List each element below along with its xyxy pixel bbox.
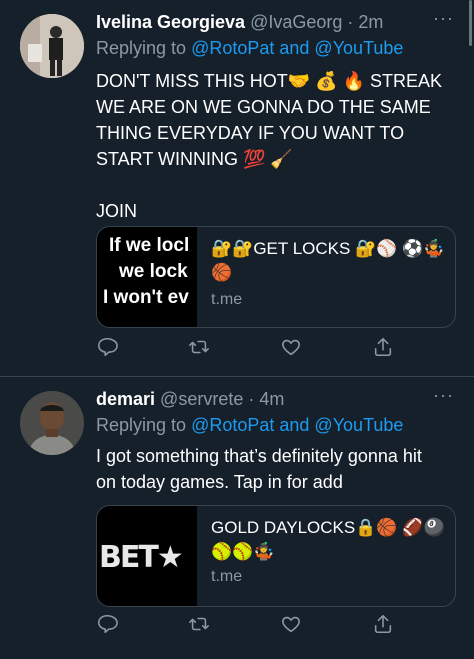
reply-icon[interactable] bbox=[96, 336, 120, 360]
link-card[interactable]: If we locl we lock I won't ev 🔐🔐GET LOCK… bbox=[96, 226, 456, 328]
more-options-icon[interactable]: ··· bbox=[433, 385, 454, 406]
card-domain: t.me bbox=[211, 291, 243, 308]
card-title: 🔐🔐GET LOCKS 🔐⚾ ⚽🤹🏀 bbox=[211, 239, 445, 282]
card-domain: t.me bbox=[211, 568, 243, 585]
display-name[interactable]: Ivelina Georgieva bbox=[96, 12, 245, 32]
avatar[interactable] bbox=[20, 14, 84, 78]
replying-prefix: Replying to bbox=[96, 38, 192, 58]
card-image-text: If we locl bbox=[109, 235, 190, 256]
like-icon[interactable] bbox=[280, 613, 304, 637]
tweet-actions bbox=[96, 336, 396, 360]
link-card[interactable]: BET★ GOLD DAYLOCKS🔒🏀 🏈🎱🥎🥎🤹 t.me bbox=[96, 505, 456, 607]
timestamp[interactable]: · 2m bbox=[347, 12, 383, 32]
mention-link[interactable]: @RotoPat bbox=[191, 38, 274, 58]
more-options-icon[interactable]: ··· bbox=[433, 8, 454, 29]
tweet[interactable]: Ivelina Georgieva @IvaGeorg · 2m ··· Rep… bbox=[0, 0, 474, 376]
card-image: BET★ bbox=[97, 506, 197, 606]
card-image: If we locl we lock I won't ev bbox=[97, 227, 197, 327]
tweet-header: demari @servrete · 4m bbox=[96, 389, 284, 410]
handle[interactable]: @servrete bbox=[160, 389, 243, 409]
display-name[interactable]: demari bbox=[96, 389, 155, 409]
retweet-icon[interactable] bbox=[188, 336, 212, 360]
mention-and: and bbox=[274, 38, 315, 58]
tweet-text: I got something that’s definitely gonna … bbox=[96, 446, 422, 492]
mention-link[interactable]: @YouTube bbox=[314, 415, 403, 435]
share-icon[interactable] bbox=[372, 336, 396, 360]
mention-and: and bbox=[274, 415, 315, 435]
mention-link[interactable]: @RotoPat bbox=[191, 415, 274, 435]
tweet-text: DON'T MISS THIS HOT🤝 💰 🔥 STREAK WE ARE O… bbox=[96, 71, 443, 221]
bet-logo: BET★ bbox=[99, 540, 184, 575]
handle[interactable]: @IvaGeorg bbox=[250, 12, 342, 32]
timestamp[interactable]: · 4m bbox=[248, 389, 284, 409]
replying-to: Replying to @RotoPat and @YouTube bbox=[96, 415, 403, 436]
retweet-icon[interactable] bbox=[188, 613, 212, 637]
card-image-text: I won't ev bbox=[103, 287, 189, 308]
replying-prefix: Replying to bbox=[96, 415, 192, 435]
tweet-header: Ivelina Georgieva @IvaGeorg · 2m bbox=[96, 12, 383, 33]
mention-link[interactable]: @YouTube bbox=[314, 38, 403, 58]
reply-icon[interactable] bbox=[96, 613, 120, 637]
tweet-actions bbox=[96, 613, 396, 637]
card-title: GOLD DAYLOCKS🔒🏀 🏈🎱🥎🥎🤹 bbox=[211, 518, 445, 561]
share-icon[interactable] bbox=[372, 613, 396, 637]
avatar[interactable] bbox=[20, 391, 84, 455]
tweet[interactable]: demari @servrete · 4m ··· Replying to @R… bbox=[0, 377, 474, 659]
like-icon[interactable] bbox=[280, 336, 304, 360]
card-image-text: we lock bbox=[119, 261, 188, 282]
replying-to: Replying to @RotoPat and @YouTube bbox=[96, 38, 403, 59]
